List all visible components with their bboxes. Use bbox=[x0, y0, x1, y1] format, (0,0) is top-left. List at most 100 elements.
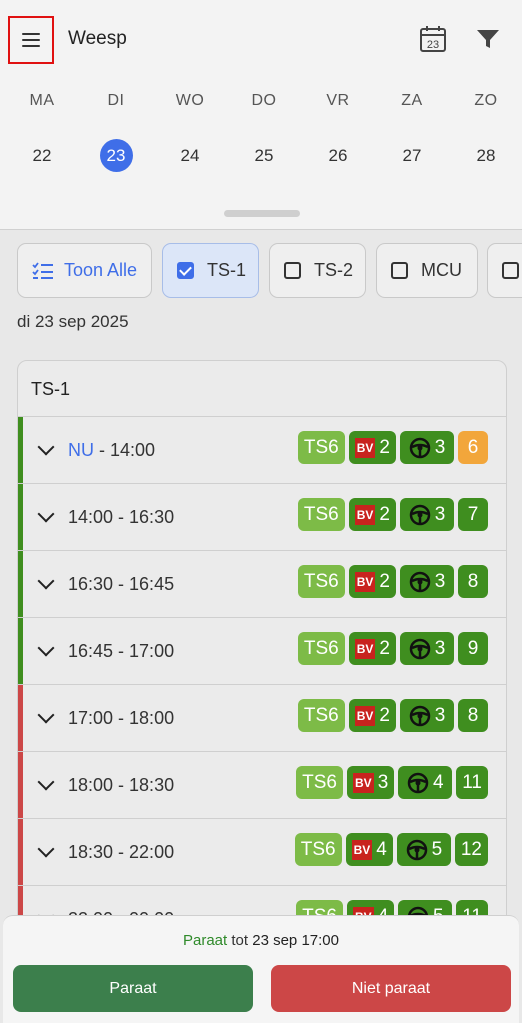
time-slot-row[interactable]: 17:00 - 18:00 TS6 BV 2 3 8 bbox=[18, 685, 506, 752]
chevron-down-icon[interactable] bbox=[37, 438, 55, 456]
time-slot-row[interactable]: 18:30 - 22:00 TS6 BV 4 5 12 bbox=[18, 819, 506, 886]
time-slot-row[interactable]: 18:00 - 18:30 TS6 BV 3 4 11 bbox=[18, 752, 506, 819]
driver-badge: 5 bbox=[396, 833, 451, 866]
time-label: 14:00 - 16:30 bbox=[68, 507, 174, 528]
steering-wheel-icon bbox=[409, 437, 430, 458]
status-bar bbox=[18, 417, 23, 483]
readiness-status: Paraat tot 23 sep 17:00 bbox=[3, 932, 519, 949]
weekday-label: WO bbox=[175, 92, 205, 109]
status-bar bbox=[18, 685, 23, 751]
checkbox-icon bbox=[391, 262, 408, 279]
bv-icon: BV bbox=[351, 839, 373, 860]
time-range: 17:00 - 18:00 bbox=[68, 707, 175, 728]
weekday-label: ZO bbox=[474, 92, 498, 109]
crew-count-badge: 8 bbox=[458, 699, 488, 732]
svg-text:23: 23 bbox=[427, 39, 439, 51]
steering-wheel-icon bbox=[406, 839, 427, 860]
ts-badge: TS6 bbox=[297, 699, 345, 732]
show-all-chip[interactable]: Toon Alle bbox=[17, 243, 152, 298]
day-cell[interactable]: 28 bbox=[456, 138, 516, 174]
badges: TS6 BV 4 5 12 bbox=[294, 833, 488, 866]
menu-button[interactable] bbox=[8, 16, 54, 64]
time-label: 18:00 - 18:30 bbox=[68, 775, 174, 796]
badges: TS6 BV 2 3 9 bbox=[297, 632, 488, 665]
chevron-down-icon[interactable] bbox=[37, 572, 55, 590]
driver-badge: 3 bbox=[400, 699, 454, 732]
chevron-down-icon[interactable] bbox=[37, 706, 55, 724]
status-bar bbox=[18, 752, 23, 818]
bv-icon: BV bbox=[353, 772, 374, 793]
day-selected[interactable]: 23 bbox=[86, 138, 146, 174]
driver-count: 5 bbox=[431, 838, 443, 860]
time-label: 18:30 - 22:00 bbox=[68, 842, 174, 863]
steering-wheel-icon bbox=[409, 638, 430, 659]
driver-count: 3 bbox=[434, 704, 446, 726]
chip-ts-1[interactable]: TS-1 bbox=[162, 243, 259, 298]
bv-badge: BV 2 bbox=[348, 632, 396, 665]
bv-badge: BV 2 bbox=[348, 431, 396, 464]
bv-badge: BV 2 bbox=[348, 498, 396, 531]
time-range: 16:45 - 17:00 bbox=[68, 640, 175, 661]
chip-more[interactable] bbox=[487, 243, 522, 298]
driver-count: 4 bbox=[432, 771, 444, 793]
weekday-label: ZA bbox=[401, 92, 423, 109]
date-label: di 23 sep 2025 bbox=[17, 312, 129, 331]
status-bar bbox=[18, 551, 23, 617]
time-range: 16:30 - 16:45 bbox=[68, 573, 175, 594]
driver-badge: 3 bbox=[400, 632, 454, 665]
bv-count: 4 bbox=[376, 838, 387, 860]
day-number: 24 bbox=[180, 146, 200, 165]
filter-icon[interactable] bbox=[475, 26, 501, 52]
checkbox-checked-icon bbox=[177, 262, 194, 279]
bv-badge: BV 3 bbox=[347, 766, 395, 799]
bv-icon: BV bbox=[354, 504, 376, 525]
status-until: 23 sep 17:00 bbox=[252, 932, 339, 949]
time-slot-row[interactable]: 16:45 - 17:00 TS6 BV 2 3 9 bbox=[18, 618, 506, 685]
bv-count: 2 bbox=[379, 436, 390, 458]
chevron-down-icon[interactable] bbox=[37, 840, 55, 858]
chevron-down-icon[interactable] bbox=[37, 773, 55, 791]
drag-handle[interactable] bbox=[224, 210, 300, 217]
paraat-button[interactable]: Paraat bbox=[13, 965, 253, 1012]
time-label: 16:45 - 17:00 bbox=[68, 641, 174, 662]
weekday-label: DI bbox=[107, 92, 125, 109]
chip-label: MCU bbox=[421, 260, 462, 280]
ts-badge: TS6 bbox=[296, 766, 344, 799]
driver-badge: 3 bbox=[400, 498, 454, 531]
day-number: 25 bbox=[254, 146, 274, 165]
checkbox-icon bbox=[284, 262, 301, 279]
card-title: TS-1 bbox=[18, 361, 506, 417]
day-cell[interactable]: 27 bbox=[382, 138, 442, 174]
badges: TS6 BV 2 3 6 bbox=[297, 431, 488, 464]
bv-icon: BV bbox=[354, 638, 376, 659]
ts-badge: TS6 bbox=[294, 833, 342, 866]
steering-wheel-icon bbox=[409, 571, 430, 592]
driver-badge: 3 bbox=[400, 565, 454, 598]
chevron-down-icon[interactable] bbox=[37, 505, 55, 523]
day-cell[interactable]: 24 bbox=[160, 138, 220, 174]
time-slot-row[interactable]: 14:00 - 16:30 TS6 BV 2 3 7 bbox=[18, 484, 506, 551]
driver-badge: 3 bbox=[400, 431, 454, 464]
time-label: 16:30 - 16:45 bbox=[68, 574, 174, 595]
readiness-panel: Paraat tot 23 sep 17:00 Paraat Niet para… bbox=[3, 915, 519, 1023]
day-cell[interactable]: 26 bbox=[308, 138, 368, 174]
weekday-label: DO bbox=[251, 92, 277, 109]
chip-mcu[interactable]: MCU bbox=[376, 243, 478, 298]
niet-paraat-button[interactable]: Niet paraat bbox=[271, 965, 511, 1012]
time-range: 18:00 - 18:30 bbox=[68, 774, 175, 795]
crew-count-badge: 12 bbox=[454, 833, 488, 866]
day-number: 28 bbox=[476, 146, 496, 165]
steering-wheel-icon bbox=[409, 504, 430, 525]
chip-ts-2[interactable]: TS-2 bbox=[269, 243, 366, 298]
bv-count: 2 bbox=[379, 570, 390, 592]
calendar-icon[interactable]: 23 bbox=[418, 24, 448, 54]
ts-badge: TS6 bbox=[297, 565, 345, 598]
chevron-down-icon[interactable] bbox=[37, 639, 55, 657]
time-slot-row[interactable]: NU - 14:00 TS6 BV 2 3 6 bbox=[18, 417, 506, 484]
day-cell[interactable]: 25 bbox=[234, 138, 294, 174]
crew-count-badge: 6 bbox=[458, 431, 488, 464]
day-cell[interactable]: 22 bbox=[12, 138, 72, 174]
page-title: Weesp bbox=[68, 28, 127, 49]
time-slot-row[interactable]: 16:30 - 16:45 TS6 BV 2 3 8 bbox=[18, 551, 506, 618]
badges: TS6 BV 2 3 8 bbox=[297, 699, 488, 732]
